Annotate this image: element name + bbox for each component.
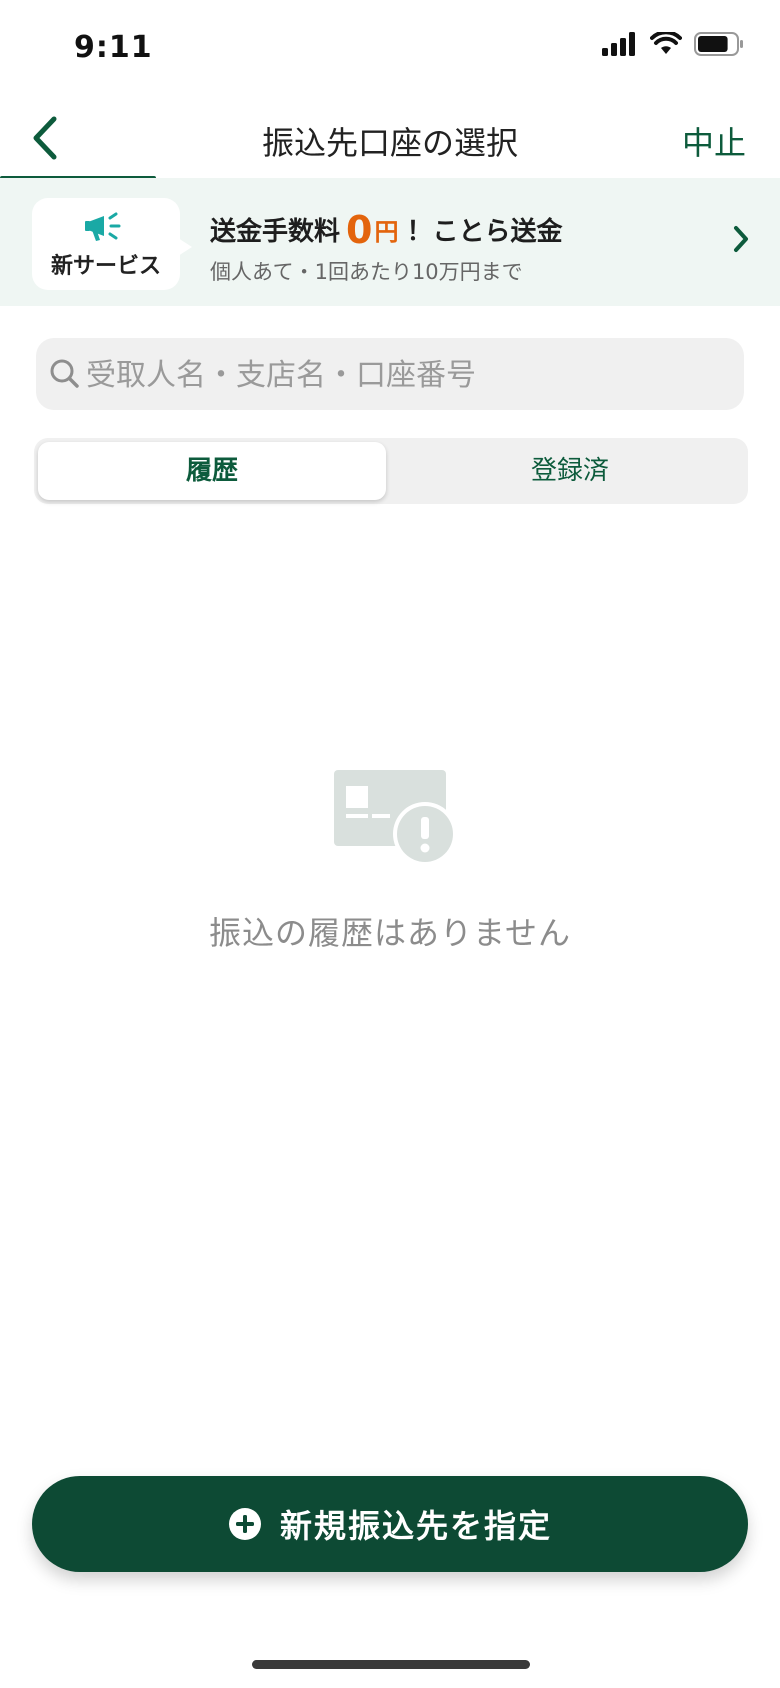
search-icon <box>50 359 79 388</box>
new-recipient-button[interactable]: 新規振込先を指定 <box>32 1476 748 1572</box>
page-title: 振込先口座の選択 <box>261 124 518 162</box>
tab-history[interactable]: 履歴 <box>38 442 386 500</box>
tab-registered[interactable]: 登録済 <box>396 442 744 500</box>
promo-banner[interactable]: 新サービス 送金手数料 0円 ！ことら送金 個人あて・1回あたり10万円まで <box>0 178 780 306</box>
status-bar: 9:11 <box>0 0 780 100</box>
plus-circle-icon <box>228 1508 261 1540</box>
home-indicator <box>252 1660 530 1669</box>
banner-title: 送金手数料 0円 ！ことら送金 <box>210 208 562 252</box>
segmented-tabs: 履歴 登録済 <box>34 438 748 504</box>
card-alert-icon <box>334 770 456 866</box>
new-recipient-label: 新規振込先を指定 <box>279 1507 552 1545</box>
status-time: 9:11 <box>74 30 153 65</box>
badge-label: 新サービス <box>50 254 161 279</box>
banner-subtitle: 個人あて・1回あたり10万円まで <box>210 260 523 284</box>
cancel-button[interactable]: 中止 <box>682 118 746 164</box>
search-box[interactable] <box>36 338 744 412</box>
banner-title-prefix: 送金手数料 <box>210 217 341 247</box>
megaphone-icon <box>85 212 121 241</box>
navigation-bar: 振込先口座の選択 中止 <box>0 100 780 180</box>
fee-amount: 0 <box>346 208 373 252</box>
signal-icon <box>602 32 635 56</box>
battery-icon <box>694 32 743 56</box>
chevron-right-icon <box>734 226 748 252</box>
search-input[interactable] <box>84 338 728 412</box>
banner-title-suffix: ！ことら送金 <box>406 217 563 247</box>
status-icons <box>602 32 744 56</box>
empty-state-message: 振込の履歴はありません <box>208 914 572 952</box>
fee-currency: 円 <box>374 218 399 246</box>
new-service-badge: 新サービス <box>32 198 192 290</box>
wifi-icon <box>650 32 682 54</box>
